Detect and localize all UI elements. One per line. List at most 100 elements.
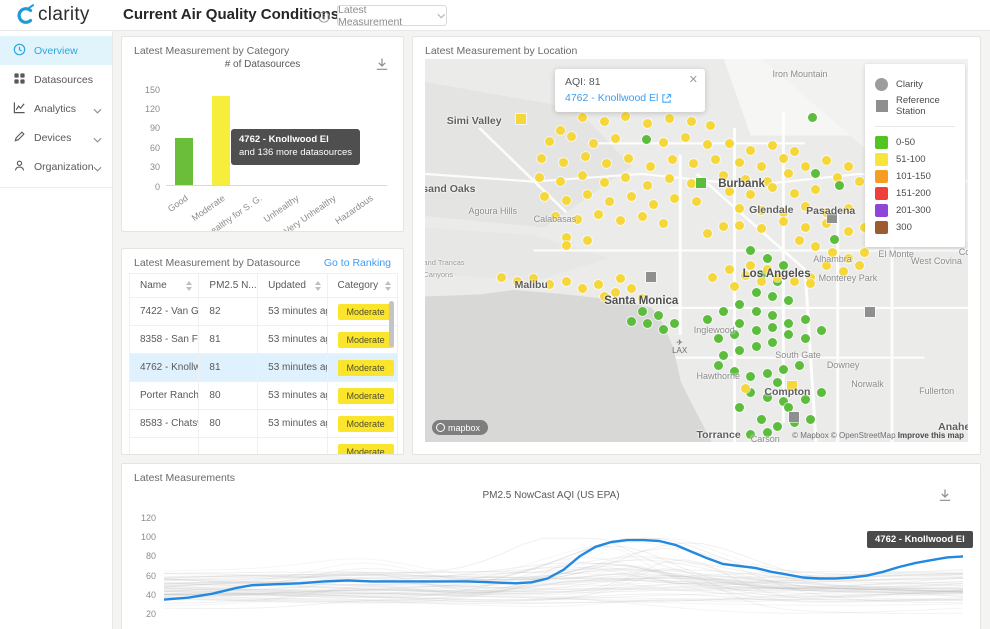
reference-station-marker[interactable] [516,114,526,124]
download-icon[interactable] [938,488,952,507]
aqi-marker[interactable] [830,235,839,244]
aqi-marker[interactable] [594,210,603,219]
aqi-marker[interactable] [703,140,712,149]
aqi-marker[interactable] [670,319,679,328]
aqi-marker[interactable] [559,158,568,167]
sidebar-item-overview[interactable]: Overview [0,36,112,65]
bar-good[interactable] [175,138,193,185]
aqi-marker[interactable] [768,183,777,192]
map[interactable]: Iron MountainSimi Valleysand OaksAgoura … [425,59,968,442]
aqi-marker[interactable] [779,217,788,226]
table-row[interactable]: 7422 - Van Go...8253 minutes agoModerate [130,298,397,326]
aqi-marker[interactable] [638,212,647,221]
aqi-marker[interactable] [844,227,853,236]
column-header-1[interactable]: PM2.5 N... [199,274,258,297]
aqi-marker[interactable] [817,388,826,397]
aqi-marker[interactable] [757,224,766,233]
aqi-marker[interactable] [589,139,598,148]
column-header-0[interactable]: Name [130,274,199,297]
aqi-marker[interactable] [835,181,844,190]
aqi-marker[interactable] [643,119,652,128]
column-header-3[interactable]: Category [328,274,397,297]
aqi-marker[interactable] [659,325,668,334]
table-row[interactable]: 4762 - Knollw...8153 minutes agoModerate [130,354,397,382]
aqi-marker[interactable] [790,147,799,156]
aqi-marker[interactable] [735,346,744,355]
aqi-marker[interactable] [741,384,750,393]
aqi-marker[interactable] [714,334,723,343]
table-row[interactable]: Moderate [130,438,397,455]
aqi-marker[interactable] [763,254,772,263]
aqi-marker[interactable] [562,277,571,286]
aqi-marker[interactable] [687,117,696,126]
aqi-marker[interactable] [649,200,658,209]
aqi-marker[interactable] [779,154,788,163]
aqi-marker[interactable] [703,315,712,324]
aqi-marker[interactable] [638,307,647,316]
aqi-marker[interactable] [665,174,674,183]
close-icon[interactable]: ✕ [689,73,698,86]
aqi-marker[interactable] [714,361,723,370]
aqi-marker[interactable] [643,319,652,328]
aqi-marker[interactable] [642,135,651,144]
aqi-marker[interactable] [790,189,799,198]
aqi-marker[interactable] [668,155,677,164]
aqi-marker[interactable] [581,152,590,161]
reference-station-marker[interactable] [865,307,875,317]
aqi-marker[interactable] [757,415,766,424]
sidebar-item-datasources[interactable]: Datasources [0,65,112,94]
aqi-marker[interactable] [535,173,544,182]
aqi-marker[interactable] [801,334,810,343]
download-icon[interactable] [375,57,389,76]
aqi-marker[interactable] [605,197,614,206]
aqi-marker[interactable] [757,162,766,171]
aqi-marker[interactable] [562,233,571,242]
sidebar-item-analytics[interactable]: Analytics [0,94,112,123]
aqi-marker[interactable] [703,229,712,238]
cell-name[interactable]: Porter Ranch ... [130,382,199,409]
go-to-ranking-link[interactable]: Go to Ranking [324,257,391,269]
aqi-marker[interactable] [768,323,777,332]
table-row[interactable]: 8358 - San Fe...8153 minutes agoModerate [130,326,397,354]
aqi-marker[interactable] [795,361,804,370]
aqi-marker[interactable] [801,315,810,324]
popup-datasource-link[interactable]: 4762 - Knollwood El [565,92,695,104]
aqi-marker[interactable] [801,162,810,171]
cell-name[interactable] [130,438,199,455]
aqi-marker[interactable] [711,155,720,164]
sort-icon[interactable] [186,281,192,291]
aqi-marker[interactable] [768,141,777,150]
aqi-marker[interactable] [763,369,772,378]
aqi-marker[interactable] [692,197,701,206]
table-row[interactable]: 8583 - Chatsw...8053 minutes agoModerate [130,410,397,438]
aqi-marker[interactable] [752,288,761,297]
aqi-marker[interactable] [768,338,777,347]
aqi-marker[interactable] [643,181,652,190]
reference-station-marker[interactable] [646,272,656,282]
improve-map-link[interactable]: Improve this map [898,431,964,440]
info-icon[interactable] [318,10,330,28]
aqi-marker[interactable] [670,194,679,203]
measurement-selector[interactable]: Latest Measurement [337,5,447,26]
reference-station-marker[interactable] [696,178,706,188]
reference-station-marker[interactable] [789,412,799,422]
sort-icon[interactable] [385,281,391,291]
cell-name[interactable]: 8358 - San Fe... [130,326,199,353]
aqi-marker[interactable] [578,113,587,122]
aqi-marker[interactable] [687,179,696,188]
aqi-marker[interactable] [808,113,817,122]
aqi-marker[interactable] [844,162,853,171]
aqi-marker[interactable] [752,342,761,351]
aqi-marker[interactable] [611,134,620,143]
cell-name[interactable]: 7422 - Van Go... [130,298,199,325]
table-row[interactable]: Porter Ranch ...8053 minutes agoModerate [130,382,397,410]
aqi-marker[interactable] [600,117,609,126]
aqi-marker[interactable] [562,196,571,205]
aqi-marker[interactable] [725,265,734,274]
aqi-marker[interactable] [497,273,506,282]
aqi-marker[interactable] [806,415,815,424]
table-scrollbar[interactable] [389,301,394,347]
aqi-marker[interactable] [646,162,655,171]
aqi-marker[interactable] [768,292,777,301]
sidebar-item-devices[interactable]: Devices [0,123,112,152]
